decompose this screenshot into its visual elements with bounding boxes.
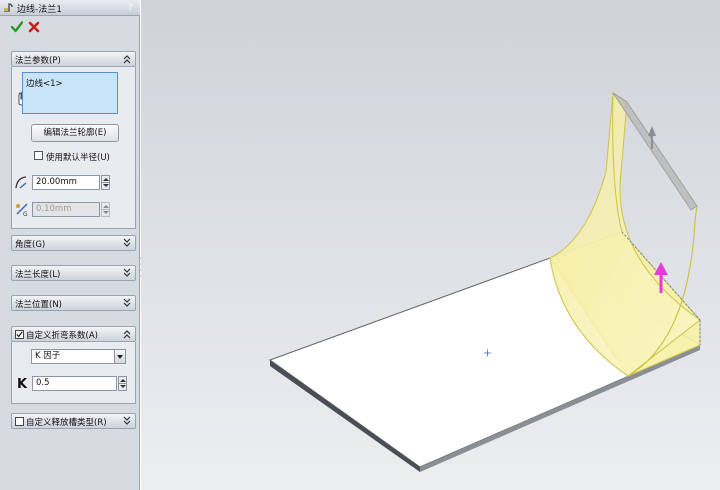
custom-bend-allowance-checkbox[interactable] <box>15 330 24 339</box>
property-manager: 边线-法兰1 ? 法兰参数(P) 边线<1> 编辑法兰轮廓(E) 使用默认半径(… <box>0 0 140 490</box>
use-default-radius-checkbox[interactable] <box>34 151 43 160</box>
gap-distance-icon: G <box>16 203 28 217</box>
expand-chevron-icon[interactable] <box>123 416 131 426</box>
expand-chevron-icon[interactable] <box>123 298 131 308</box>
gap-distance-input: 0.10mm <box>32 202 100 217</box>
bend-radius-spinner[interactable] <box>101 175 110 190</box>
gap-distance-spinner <box>101 202 110 217</box>
flange-length-group-header[interactable]: 法兰长度(L) <box>11 265 136 281</box>
bend-radius-icon <box>15 176 27 189</box>
angle-group-header[interactable]: 角度(G) <box>11 235 136 251</box>
property-manager-title-bar: 边线-法兰1 ? <box>0 0 140 16</box>
edit-flange-profile-button[interactable]: 编辑法兰轮廓(E) <box>31 124 119 142</box>
k-factor-spinner[interactable] <box>118 376 127 391</box>
custom-relief-checkbox[interactable] <box>15 417 24 426</box>
custom-relief-label: 自定义释放槽类型(R) <box>26 418 107 428</box>
selected-edge-item[interactable]: 边线<1> <box>26 77 63 89</box>
use-default-radius-label: 使用默认半径(U) <box>46 153 110 163</box>
angle-group-label: 角度(G) <box>15 240 46 250</box>
bend-allowance-type-select[interactable]: K 因子 <box>31 349 126 364</box>
flange-length-group-label: 法兰长度(L) <box>15 270 61 280</box>
cancel-x-icon[interactable] <box>28 21 40 33</box>
collapse-chevron-icon[interactable] <box>123 329 131 339</box>
custom-bend-allowance-label: 自定义折弯系数(A) <box>26 331 98 341</box>
edge-flange-icon <box>4 3 13 12</box>
graphics-area[interactable] <box>141 0 720 490</box>
bend-allowance-type-dropdown-arrow[interactable] <box>114 350 125 363</box>
flange-position-group-label: 法兰位置(N) <box>15 300 62 310</box>
flange-params-label: 法兰参数(P) <box>15 56 61 66</box>
svg-text:G: G <box>23 211 28 217</box>
custom-bend-allowance-header[interactable]: 自定义折弯系数(A) <box>11 326 136 342</box>
k-factor-input[interactable]: 0.5 <box>32 376 117 391</box>
expand-chevron-icon[interactable] <box>123 238 131 248</box>
k-factor-symbol: K <box>17 377 28 392</box>
flange-params-header[interactable]: 法兰参数(P) <box>11 51 136 67</box>
ok-check-icon[interactable] <box>11 21 23 33</box>
bend-radius-input[interactable]: 20.00mm <box>32 175 100 190</box>
custom-relief-header[interactable]: 自定义释放槽类型(R) <box>11 413 136 429</box>
collapse-chevron-icon[interactable] <box>123 54 131 64</box>
edge-selection-list[interactable]: 边线<1> <box>22 72 118 114</box>
expand-chevron-icon[interactable] <box>123 268 131 278</box>
feature-title: 边线-法兰1 <box>17 5 62 15</box>
flange-position-group-header[interactable]: 法兰位置(N) <box>11 295 136 311</box>
help-icon[interactable]: ? <box>124 1 136 14</box>
